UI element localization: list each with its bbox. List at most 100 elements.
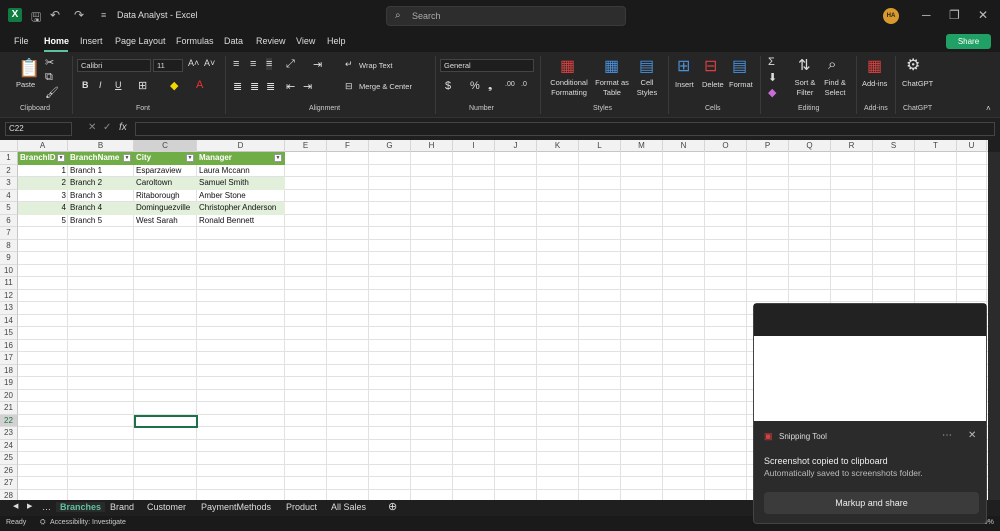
tab-file[interactable]: File (14, 36, 29, 46)
column-header[interactable]: U (957, 140, 987, 152)
column-header[interactable]: L (579, 140, 621, 152)
table-cell[interactable]: Branch 5 (68, 215, 134, 228)
copy-icon[interactable]: ⧉ (45, 71, 53, 84)
row-header[interactable]: 22 (0, 414, 18, 427)
table-cell[interactable]: Christopher Anderson (197, 202, 285, 215)
tab-view[interactable]: View (296, 36, 315, 46)
undo-icon[interactable]: ↶ (50, 8, 60, 22)
column-header[interactable]: G (369, 140, 411, 152)
font-color-icon[interactable]: A (196, 79, 203, 91)
align-top-icon[interactable]: ≡ (233, 58, 239, 70)
row-header[interactable]: 5 (0, 202, 18, 215)
text-direction-icon[interactable]: ⇥ (313, 58, 322, 71)
comma-style-icon[interactable]: ❟ (488, 80, 492, 93)
column-header[interactable]: D (197, 140, 285, 152)
row-header[interactable]: 6 (0, 214, 18, 227)
format-painter-icon[interactable]: 🖌 (45, 86, 59, 99)
column-header[interactable]: N (663, 140, 705, 152)
row-header[interactable]: 2 (0, 164, 18, 177)
row-header[interactable]: 12 (0, 289, 18, 302)
avatar[interactable]: HA (883, 8, 899, 24)
column-header[interactable]: J (495, 140, 537, 152)
align-right-icon[interactable]: ≣ (266, 80, 275, 93)
table-cell[interactable]: Caroltown (134, 177, 197, 190)
column-header[interactable]: P (747, 140, 789, 152)
tab-formulas[interactable]: Formulas (176, 36, 214, 46)
align-center-icon[interactable]: ≣ (250, 80, 259, 93)
tab-review[interactable]: Review (256, 36, 286, 46)
column-header[interactable]: T (915, 140, 957, 152)
table-cell[interactable]: Branch 2 (68, 177, 134, 190)
customize-qat-icon[interactable]: ≡ (101, 10, 106, 20)
column-header[interactable]: R (831, 140, 873, 152)
align-bottom-icon[interactable]: ≡ (266, 58, 273, 70)
find-select-button[interactable]: Find & Select (821, 78, 849, 98)
minimize-button[interactable]: ─ (922, 8, 931, 22)
table-cell[interactable]: Amber Stone (197, 190, 285, 203)
column-header[interactable]: O (705, 140, 747, 152)
decrease-decimal-icon[interactable]: .0 (521, 81, 527, 88)
row-header[interactable]: 9 (0, 252, 18, 265)
row-header[interactable]: 26 (0, 464, 18, 477)
column-header[interactable]: C (134, 140, 197, 152)
table-cell[interactable]: Branch 3 (68, 190, 134, 203)
tab-data[interactable]: Data (224, 36, 243, 46)
wrap-text-button[interactable]: Wrap Text (359, 61, 393, 71)
number-format-select[interactable]: General (440, 59, 534, 72)
table-cell[interactable]: Ritaborough (134, 190, 197, 203)
redo-icon[interactable]: ↷ (74, 8, 84, 22)
table-cell[interactable]: Ronald Bennett (197, 215, 285, 228)
vertical-scrollbar[interactable] (988, 152, 1000, 500)
column-header[interactable]: K (537, 140, 579, 152)
row-header[interactable]: 20 (0, 389, 18, 402)
cancel-entry-icon[interactable]: ✕ (88, 122, 96, 133)
filter-dropdown-icon[interactable]: ▼ (274, 154, 282, 162)
tab-home[interactable]: Home (44, 36, 69, 46)
sheet-tab-brand[interactable]: Brand (110, 502, 134, 512)
format-button[interactable]: Format (729, 80, 753, 90)
search-box[interactable]: ⌕ Search (386, 6, 626, 26)
font-size-select[interactable]: 11 (153, 59, 183, 72)
cut-icon[interactable]: ✂ (45, 56, 54, 69)
column-header[interactable]: S (873, 140, 915, 152)
row-header[interactable]: 8 (0, 239, 18, 252)
row-header[interactable]: 1 (0, 152, 18, 165)
increase-font-icon[interactable]: A˄ (188, 58, 199, 68)
fill-icon[interactable]: ⬇ (768, 71, 777, 84)
insert-function-icon[interactable]: fx (119, 122, 127, 133)
row-header[interactable]: 17 (0, 352, 18, 365)
underline-icon[interactable]: U (115, 80, 122, 90)
filter-dropdown-icon[interactable]: ▼ (186, 154, 194, 162)
prev-sheet-icon[interactable]: ◀ (13, 502, 18, 510)
tab-insert[interactable]: Insert (80, 36, 103, 46)
fill-color-icon[interactable]: ◆ (170, 79, 178, 92)
orientation-icon[interactable]: ⤢ (286, 58, 295, 71)
column-header[interactable]: E (285, 140, 327, 152)
filter-dropdown-icon[interactable]: ▼ (57, 154, 65, 162)
column-header[interactable]: A (18, 140, 68, 152)
column-header[interactable]: F (327, 140, 369, 152)
sheet-tab-product[interactable]: Product (286, 502, 317, 512)
table-cell[interactable]: Dominguezville (134, 202, 197, 215)
insert-button[interactable]: Insert (675, 80, 694, 90)
screenshot-thumbnail[interactable] (754, 304, 986, 421)
row-header[interactable]: 27 (0, 477, 18, 490)
bold-icon[interactable]: B (82, 80, 89, 90)
table-cell[interactable]: Branch 4 (68, 202, 134, 215)
selected-cell[interactable] (134, 415, 198, 428)
table-cell[interactable]: 2 (18, 177, 68, 190)
table-cell[interactable]: West Sarah (134, 215, 197, 228)
row-header[interactable]: 3 (0, 177, 18, 190)
accessibility-status[interactable]: Accessibility: Investigate (50, 519, 126, 526)
row-header[interactable]: 7 (0, 227, 18, 240)
italic-icon[interactable]: I (99, 80, 102, 90)
row-header[interactable]: 15 (0, 327, 18, 340)
delete-button[interactable]: Delete (702, 80, 724, 90)
borders-icon[interactable]: ⊞ (138, 79, 147, 92)
snipping-tool-notification[interactable]: ▣ Snipping Tool ⋯ ✕ Screenshot copied to… (753, 303, 987, 524)
align-middle-icon[interactable]: ≡ (250, 58, 256, 70)
table-cell[interactable]: 1 (18, 165, 68, 178)
autosum-icon[interactable]: Σ (768, 56, 775, 68)
increase-decimal-icon[interactable]: .00 (505, 81, 515, 88)
add-ins-button[interactable]: Add-ins (862, 79, 887, 89)
